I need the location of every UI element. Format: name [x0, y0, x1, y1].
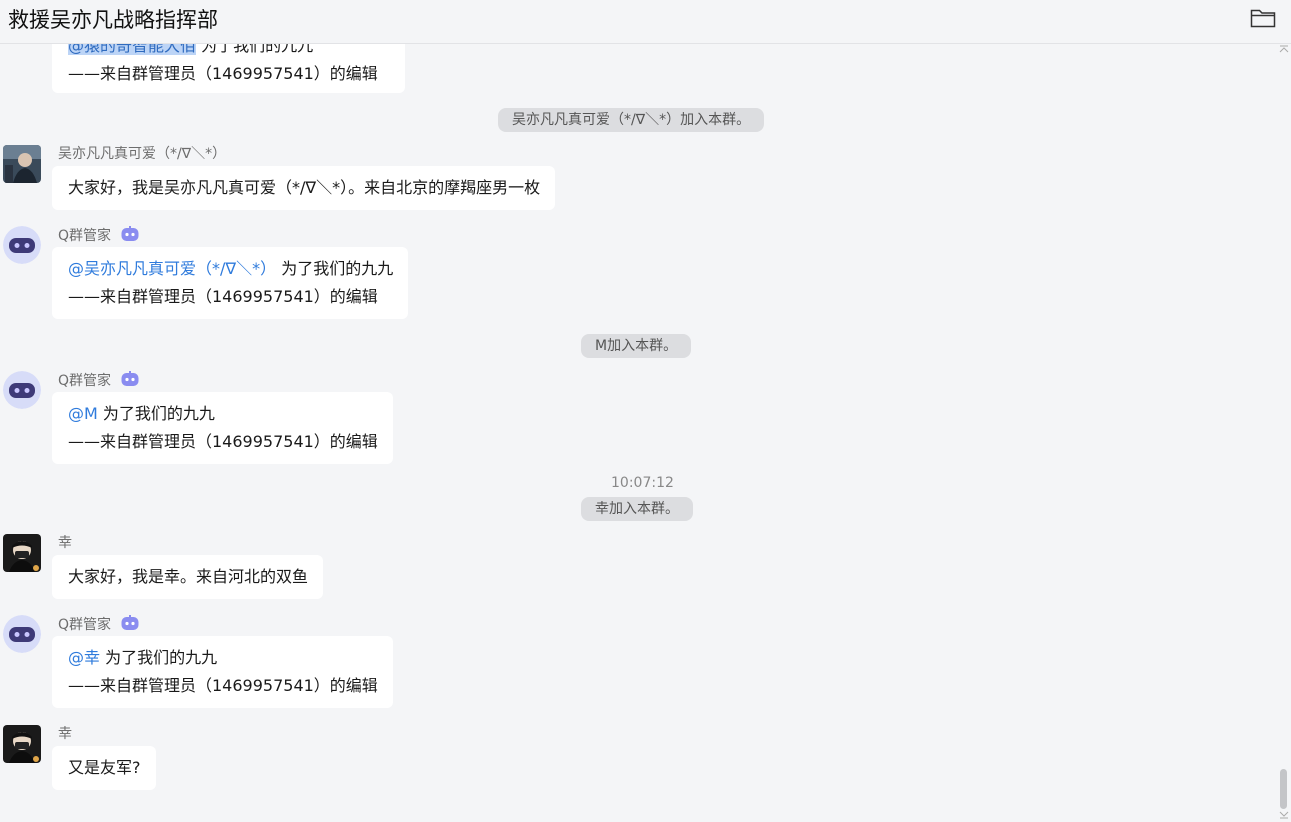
group-title: 救援吴亦凡战略指挥部 — [8, 8, 218, 32]
folder-icon[interactable] — [1250, 8, 1276, 28]
avatar[interactable] — [3, 615, 41, 653]
message-text: 为了我们的九九 — [97, 404, 215, 423]
system-notice: 幸加入本群。 — [581, 497, 693, 521]
avatar[interactable] — [3, 725, 41, 763]
system-notice: 吴亦凡凡真可爱（*/∇＼*）加入本群。 — [498, 108, 765, 132]
message-text: ——来自群管理员（1469957541）的编辑 — [68, 64, 378, 83]
user-avatar-icon — [3, 534, 41, 572]
sender-name: 幸 — [58, 726, 72, 742]
mention-link[interactable]: @幸 — [68, 648, 100, 667]
scrollbar-thumb[interactable] — [1280, 769, 1287, 809]
message-bubble[interactable]: @M 为了我们的九九 ——来自群管理员（1469957541）的编辑 — [52, 392, 393, 464]
sender-name: 幸 — [58, 535, 72, 551]
avatar[interactable] — [3, 371, 41, 409]
mention-link[interactable]: @吴亦凡凡真可爱（*/∇＼*） — [68, 259, 276, 278]
avatar[interactable] — [3, 534, 41, 572]
robot-avatar-icon — [3, 226, 41, 264]
scroll-up-icon[interactable] — [1279, 44, 1289, 54]
message-text: 为了我们的九九 — [100, 648, 218, 667]
message-text: ——来自群管理员（1469957541）的编辑 — [68, 676, 378, 695]
sender-label: Q群管家 — [58, 617, 112, 633]
robot-avatar-icon — [3, 615, 41, 653]
message-text: ——来自群管理员（1469957541）的编辑 — [68, 432, 378, 451]
sender-name: Q群管家 — [58, 371, 139, 390]
system-notice: M加入本群。 — [581, 334, 692, 358]
bot-badge-icon — [121, 371, 139, 386]
robot-avatar-icon — [3, 371, 41, 409]
bot-badge-icon — [121, 226, 139, 241]
sender-label: Q群管家 — [58, 228, 112, 244]
user-avatar-icon — [3, 145, 41, 183]
message-bubble[interactable]: @猿的奇智能大佰 为了我们的九九 ——来自群管理员（1469957541）的编辑 — [52, 44, 405, 93]
sender-name: 吴亦凡凡真可爱（*/∇＼*） — [58, 146, 227, 162]
mention-link[interactable]: @猿的奇智能大佰 — [68, 44, 197, 55]
bot-badge-icon — [121, 615, 139, 630]
message-text: 大家好，我是幸。来自河北的双鱼 — [68, 567, 309, 586]
message-text: 大家好，我是吴亦凡凡真可爱（*/∇＼*）。来自北京的摩羯座男一枚 — [68, 178, 541, 197]
message-text: ——来自群管理员（1469957541）的编辑 — [68, 287, 378, 306]
message-bubble[interactable]: @幸 为了我们的九九 ——来自群管理员（1469957541）的编辑 — [52, 636, 393, 708]
message-bubble[interactable]: 又是友军? — [52, 746, 156, 790]
message-bubble[interactable]: 大家好，我是幸。来自河北的双鱼 — [52, 555, 324, 599]
scroll-down-icon[interactable] — [1279, 810, 1289, 820]
message-bubble[interactable]: 大家好，我是吴亦凡凡真可爱（*/∇＼*）。来自北京的摩羯座男一枚 — [52, 166, 556, 210]
message-text: 为了我们的九九 — [276, 259, 394, 278]
message-list[interactable]: @猿的奇智能大佰 为了我们的九九 ——来自群管理员（1469957541）的编辑… — [0, 44, 1276, 822]
sender-name: Q群管家 — [58, 615, 139, 634]
avatar[interactable] — [3, 145, 41, 183]
timestamp: 10:07:12 — [611, 475, 674, 491]
sender-name: Q群管家 — [58, 226, 139, 245]
chat-header: 救援吴亦凡战略指挥部 — [0, 0, 1291, 44]
message-bubble[interactable]: @吴亦凡凡真可爱（*/∇＼*） 为了我们的九九 ——来自群管理员（1469957… — [52, 247, 409, 319]
scrollbar[interactable] — [1276, 44, 1291, 822]
mention-link[interactable]: @M — [68, 404, 98, 423]
sender-label: Q群管家 — [58, 373, 112, 389]
user-avatar-icon — [3, 725, 41, 763]
message-text: 又是友军? — [68, 758, 141, 777]
avatar[interactable] — [3, 226, 41, 264]
message-text: 为了我们的九九 — [201, 44, 314, 55]
